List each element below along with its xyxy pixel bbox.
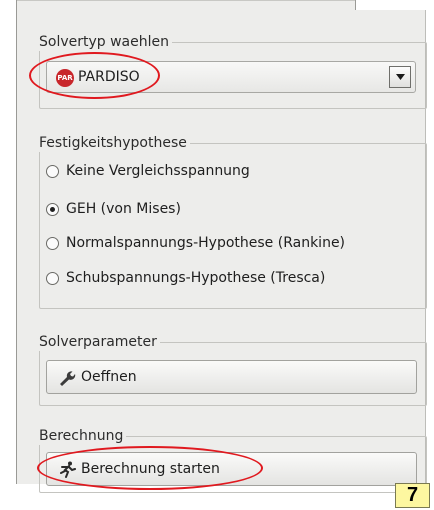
- running-man-icon: [60, 461, 76, 478]
- radio-button[interactable]: [46, 272, 59, 285]
- open-button-label: Oeffnen: [81, 369, 137, 385]
- radio-label: Schubspannungs-Hypothese (Tresca): [66, 270, 326, 286]
- solver-type-selected-value: PARDISO: [78, 69, 140, 85]
- panel-tab-notch: [355, 0, 426, 10]
- radio-selected-dot: [50, 207, 55, 212]
- par-icon: PAR: [56, 69, 74, 87]
- radio-label: GEH (von Mises): [66, 201, 181, 217]
- solver-type-group: Solvertyp waehlen PAR PARDISO: [39, 33, 427, 109]
- strength-hypothesis-group: Festigkeitshypothese Keine Vergleichsspa…: [39, 134, 427, 309]
- radio-label: Normalspannungs-Hypothese (Rankine): [66, 235, 346, 251]
- radio-label: Keine Vergleichsspannung: [66, 163, 250, 179]
- open-button[interactable]: Oeffnen: [46, 360, 417, 394]
- chevron-down-icon: [396, 74, 405, 80]
- radio-button[interactable]: [46, 237, 59, 250]
- radio-button[interactable]: [46, 203, 59, 216]
- solver-type-combobox[interactable]: PAR PARDISO: [46, 61, 416, 93]
- calculation-group: Berechnung Berechnung starten: [39, 427, 427, 493]
- solver-parameter-group-title: Solverparameter: [39, 333, 160, 351]
- step-number-badge: 7: [395, 483, 430, 508]
- wrench-icon: [60, 371, 76, 386]
- start-calculation-button-label: Berechnung starten: [81, 461, 220, 477]
- settings-panel: Solvertyp waehlen PAR PARDISO Festigkeit…: [16, 0, 427, 493]
- start-calculation-button[interactable]: Berechnung starten: [46, 452, 417, 486]
- calculation-group-title: Berechnung: [39, 427, 127, 445]
- radio-button[interactable]: [46, 165, 59, 178]
- combo-dropdown-button[interactable]: [389, 66, 411, 88]
- solver-type-group-title: Solvertyp waehlen: [39, 33, 172, 51]
- solver-parameter-group: Solverparameter Oeffnen: [39, 333, 427, 406]
- strength-hypothesis-group-title: Festigkeitshypothese: [39, 134, 190, 152]
